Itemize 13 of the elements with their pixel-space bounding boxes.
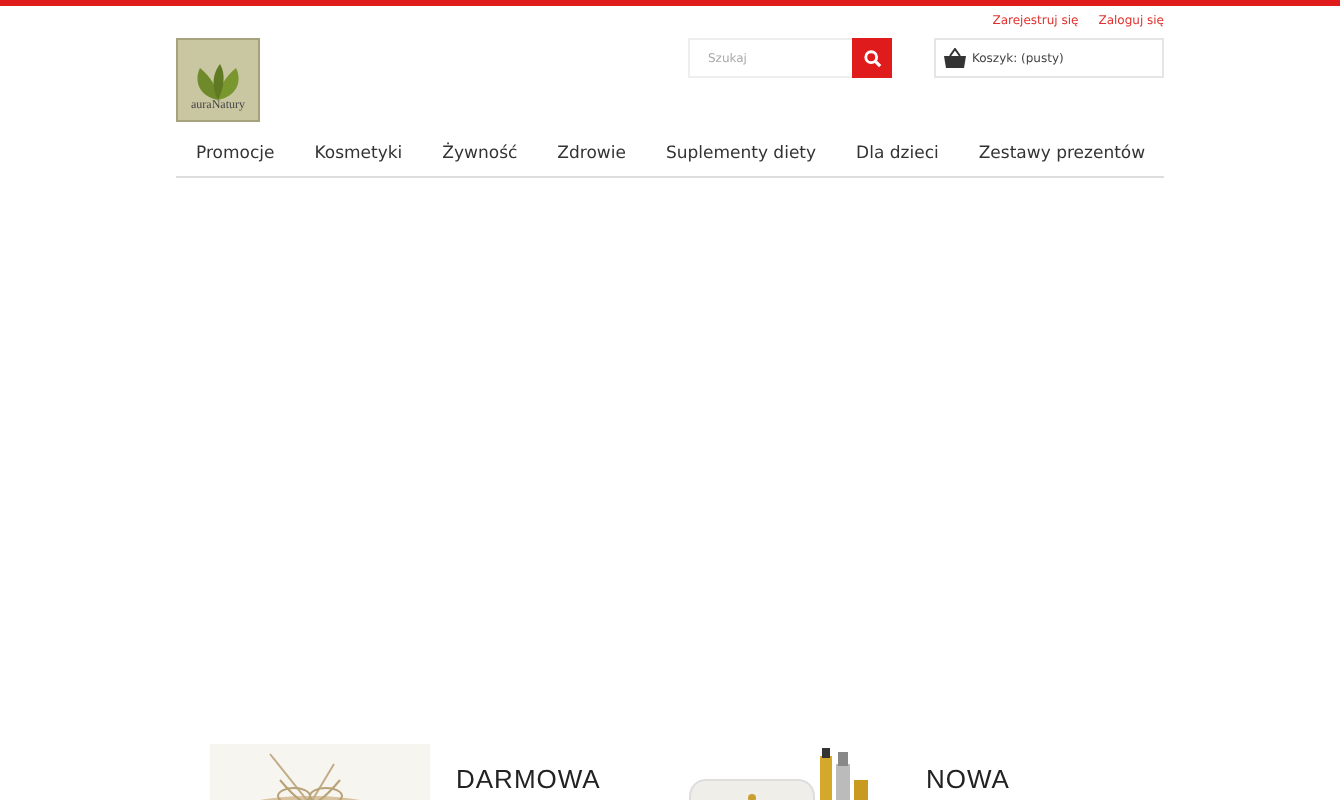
nav-link[interactable]: Suplementy diety <box>665 144 817 164</box>
nav-link[interactable]: Kosmetyki <box>314 144 403 164</box>
nav-link[interactable]: Zdrowie <box>557 144 626 164</box>
basket-icon <box>944 48 966 68</box>
nav-link[interactable]: Dla dzieci <box>856 144 939 164</box>
search-icon <box>863 49 881 67</box>
nav-link[interactable]: Promocje <box>196 144 275 164</box>
promo-title: DARMOWA <box>456 764 601 798</box>
nav-link[interactable]: Zestawy prezentów <box>978 144 1146 164</box>
nav-link[interactable]: Żywność <box>442 144 518 164</box>
leaves-icon <box>194 64 242 100</box>
promo-title: NOWA <box>926 764 1010 798</box>
search-button[interactable] <box>852 38 892 78</box>
